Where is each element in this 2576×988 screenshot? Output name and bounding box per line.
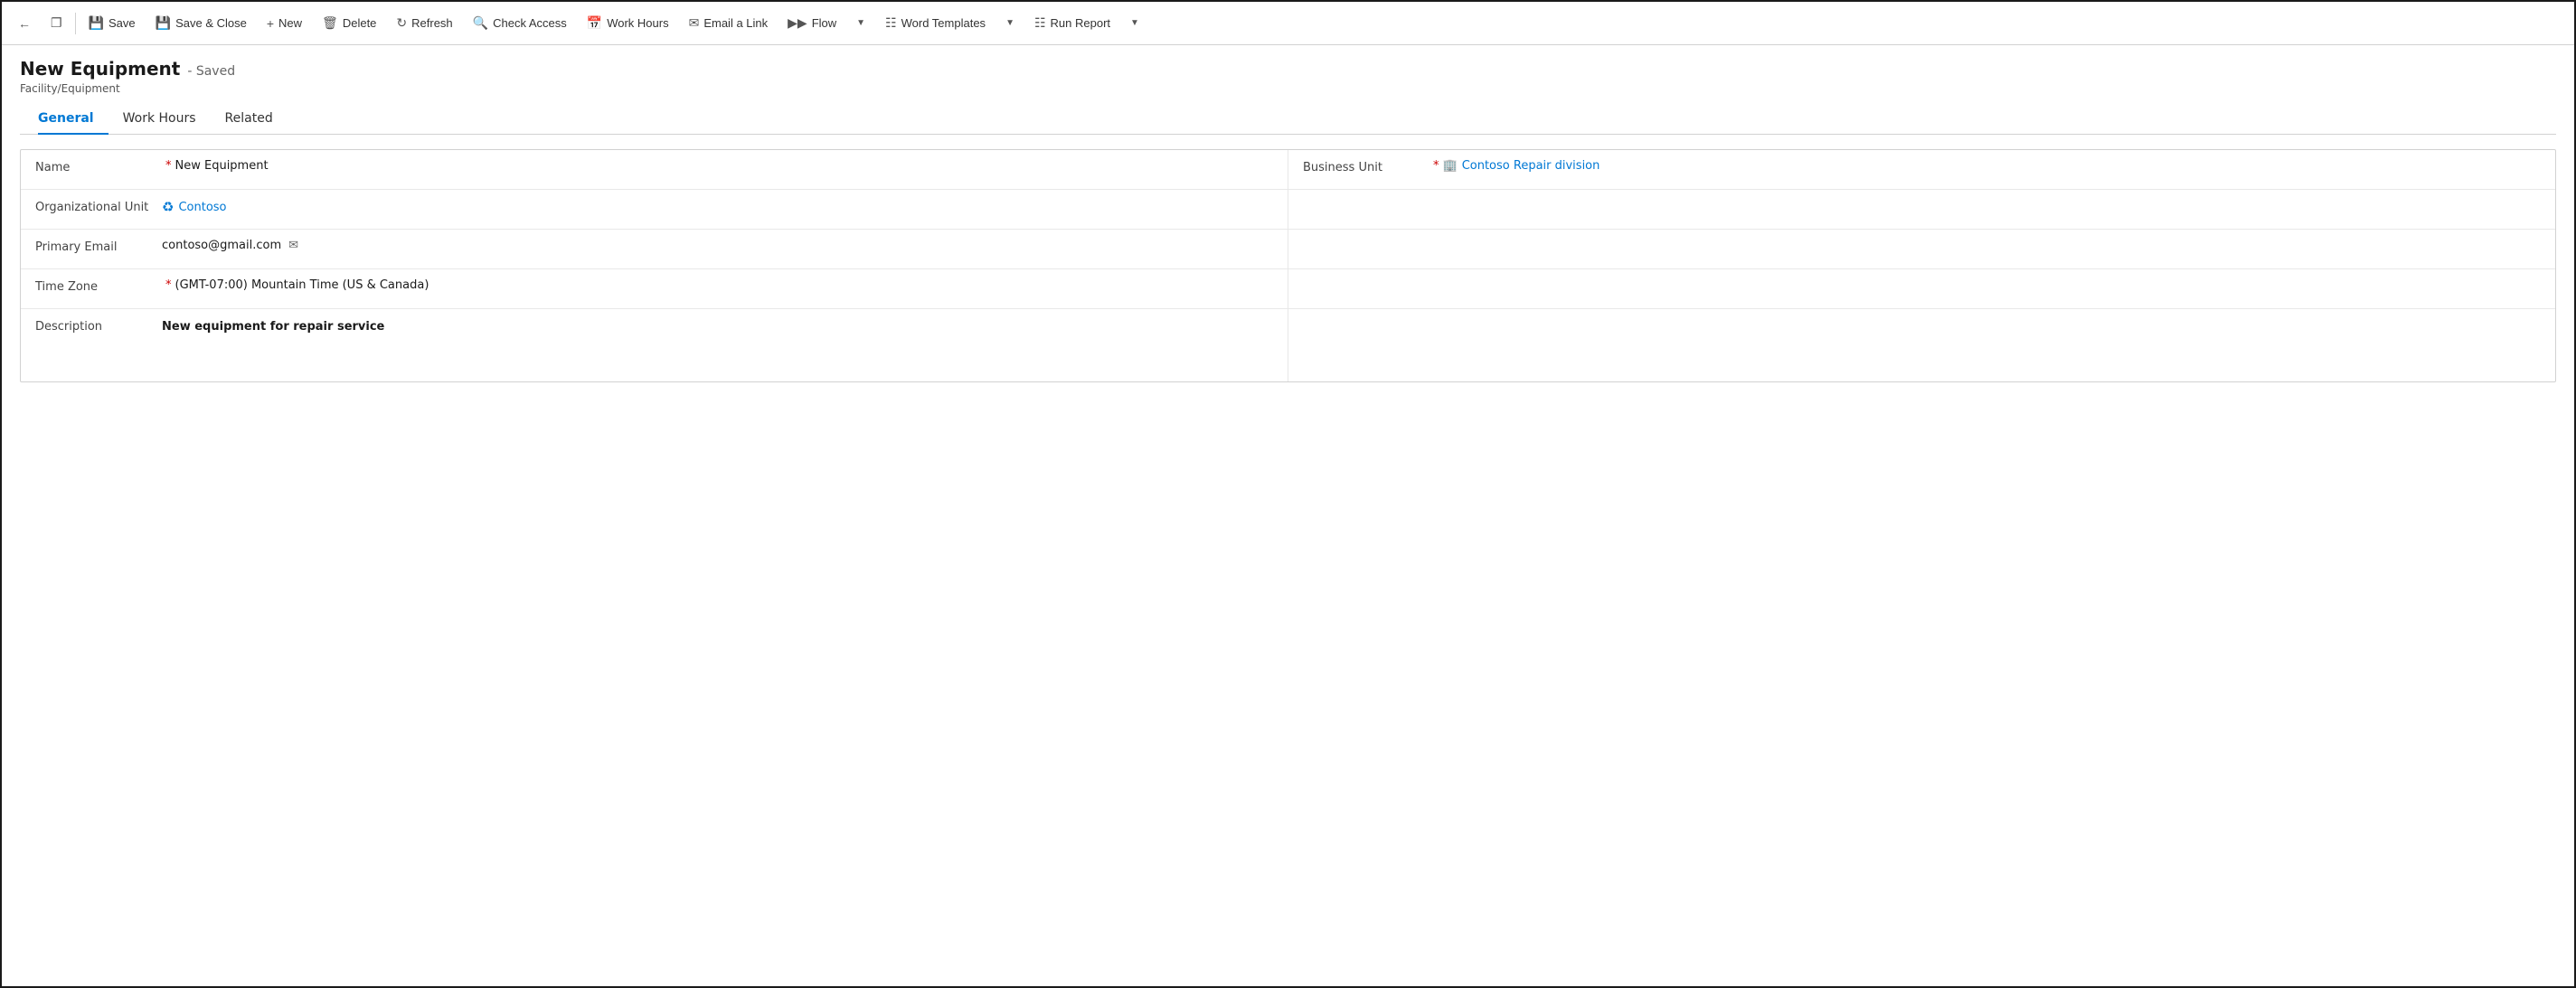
building-icon: 🏢	[1443, 159, 1458, 173]
email-value: contoso@gmail.com ✉	[162, 239, 1273, 252]
business-unit-section: Business Unit * 🏢 Contoso Repair divisio…	[1288, 150, 2555, 189]
word-templates-button[interactable]: ☷ Word Templates	[876, 10, 995, 36]
org-unit-section: Organizational Unit ♻ Contoso	[21, 190, 1288, 229]
form-card: Name * New Equipment Business Unit * 🏢 C…	[20, 149, 2556, 382]
email-link-icon: ✉	[689, 15, 700, 31]
business-unit-link[interactable]: 🏢 Contoso Repair division	[1443, 159, 1600, 173]
run-report-chevron-icon: ▼	[1130, 18, 1139, 28]
name-label: Name	[35, 159, 162, 174]
email-link-label: Email a Link	[703, 16, 768, 30]
run-report-label: Run Report	[1051, 16, 1110, 30]
work-hours-icon: 📅	[587, 15, 602, 31]
toolbar: ← ❐ 💾 Save 💾 Save & Close + New 🗑 Delete…	[2, 2, 2574, 45]
description-row: Description New equipment for repair ser…	[21, 309, 2555, 381]
business-unit-value: 🏢 Contoso Repair division	[1443, 159, 2542, 173]
separator-1	[75, 13, 76, 34]
word-templates-chevron-icon: ▼	[1005, 18, 1014, 28]
description-right-empty	[1288, 309, 2555, 381]
refresh-label: Refresh	[411, 16, 453, 30]
description-value: New equipment for repair service	[162, 318, 1273, 334]
description-label: Description	[35, 318, 162, 334]
new-label: New	[278, 16, 302, 30]
flow-dropdown-button[interactable]: ▼	[845, 13, 874, 33]
flow-icon: ▶▶	[788, 15, 807, 31]
save-icon: 💾	[89, 15, 104, 31]
tab-general[interactable]: General	[38, 104, 109, 135]
new-icon: +	[267, 16, 274, 31]
tabs: General Work Hours Related	[20, 104, 2556, 135]
word-templates-group: ☷ Word Templates ▼	[876, 10, 1024, 36]
run-report-group: ☷ Run Report ▼	[1025, 10, 1148, 36]
name-required-star: *	[165, 159, 172, 173]
back-button[interactable]: ←	[9, 11, 40, 36]
word-templates-label: Word Templates	[901, 16, 986, 30]
page-subtitle: Facility/Equipment	[20, 82, 2556, 95]
flow-button[interactable]: ▶▶ Flow	[778, 10, 845, 36]
run-report-icon: ☷	[1034, 15, 1046, 31]
timezone-row: Time Zone * (GMT-07:00) Mountain Time (U…	[21, 269, 2555, 309]
delete-icon: 🗑	[322, 15, 338, 31]
run-report-dropdown-button[interactable]: ▼	[1119, 13, 1148, 33]
tab-work-hours[interactable]: Work Hours	[109, 104, 211, 135]
saved-status: - Saved	[187, 64, 235, 79]
save-close-icon: 💾	[156, 15, 171, 31]
content-area: Name * New Equipment Business Unit * 🏢 C…	[2, 135, 2574, 397]
email-link-button[interactable]: ✉ Email a Link	[680, 10, 778, 36]
org-unit-value: ♻ Contoso	[162, 199, 1273, 215]
timezone-right-empty	[1288, 269, 2555, 308]
page-header: New Equipment - Saved Facility/Equipment…	[2, 45, 2574, 135]
check-access-button[interactable]: 🔍 Check Access	[464, 10, 576, 36]
org-unit-icon: ♻	[162, 199, 174, 215]
work-hours-button[interactable]: 📅 Work Hours	[578, 10, 678, 36]
new-button[interactable]: + New	[258, 11, 311, 36]
email-section: Primary Email contoso@gmail.com ✉	[21, 230, 1288, 268]
name-value: New Equipment	[175, 159, 1274, 173]
delete-button[interactable]: 🗑 Delete	[313, 10, 385, 36]
save-close-label: Save & Close	[175, 16, 247, 30]
window-icon: ❐	[51, 15, 62, 31]
flow-label: Flow	[812, 16, 836, 30]
email-action-icon[interactable]: ✉	[288, 239, 298, 252]
email-right-empty	[1288, 230, 2555, 268]
name-section: Name * New Equipment	[21, 150, 1288, 189]
work-hours-label: Work Hours	[607, 16, 668, 30]
run-report-button[interactable]: ☷ Run Report	[1025, 10, 1119, 36]
org-unit-right-empty	[1288, 190, 2555, 229]
org-unit-label: Organizational Unit	[35, 199, 162, 214]
tab-related[interactable]: Related	[211, 104, 288, 135]
delete-label: Delete	[343, 16, 377, 30]
refresh-button[interactable]: ↻ Refresh	[387, 10, 461, 36]
page-title: New Equipment	[20, 58, 180, 80]
description-section: Description New equipment for repair ser…	[21, 309, 1288, 381]
save-label: Save	[109, 16, 136, 30]
org-unit-row: Organizational Unit ♻ Contoso	[21, 190, 2555, 230]
flow-group: ▶▶ Flow ▼	[778, 10, 874, 36]
window-button[interactable]: ❐	[42, 10, 71, 36]
word-templates-icon: ☷	[885, 15, 897, 31]
save-close-button[interactable]: 💾 Save & Close	[146, 10, 256, 36]
timezone-value: (GMT-07:00) Mountain Time (US & Canada)	[175, 278, 1274, 292]
flow-chevron-icon: ▼	[856, 18, 865, 28]
business-unit-required-star: *	[1433, 159, 1439, 173]
org-unit-link[interactable]: ♻ Contoso	[162, 199, 227, 215]
timezone-label: Time Zone	[35, 278, 162, 294]
word-templates-dropdown-button[interactable]: ▼	[995, 13, 1024, 33]
back-icon: ←	[18, 16, 31, 31]
business-unit-label: Business Unit	[1303, 159, 1430, 174]
timezone-required-star: *	[165, 278, 172, 292]
save-button[interactable]: 💾 Save	[80, 10, 145, 36]
email-label: Primary Email	[35, 239, 162, 254]
email-row: Primary Email contoso@gmail.com ✉	[21, 230, 2555, 269]
timezone-section: Time Zone * (GMT-07:00) Mountain Time (U…	[21, 269, 1288, 308]
name-row: Name * New Equipment Business Unit * 🏢 C…	[21, 150, 2555, 190]
check-access-icon: 🔍	[473, 15, 488, 31]
check-access-label: Check Access	[493, 16, 567, 30]
refresh-icon: ↻	[396, 15, 407, 31]
